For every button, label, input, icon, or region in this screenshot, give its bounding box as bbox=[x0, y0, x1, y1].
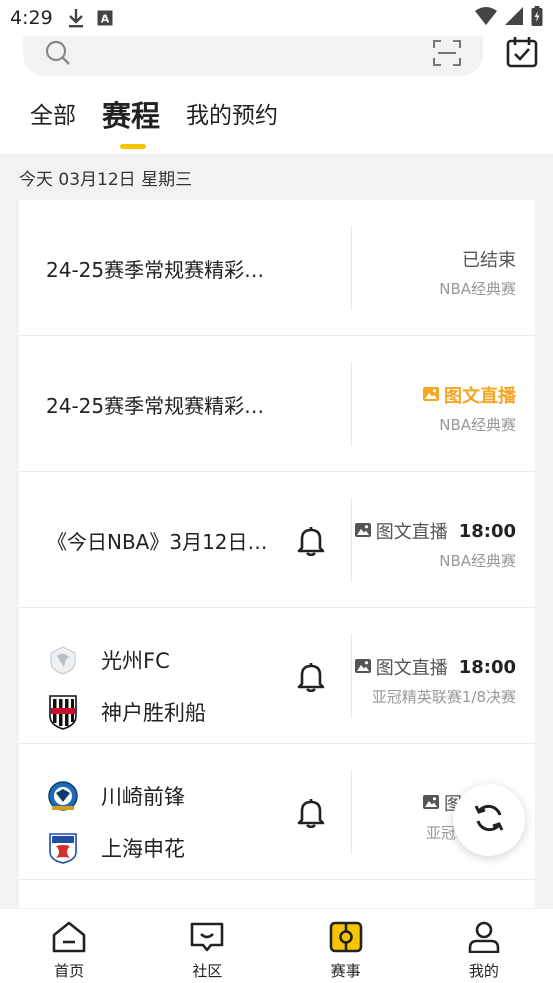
match-icon bbox=[328, 921, 364, 957]
event-league: NBA经典赛 bbox=[439, 416, 516, 434]
divider bbox=[351, 634, 352, 718]
event-status: 图文直播 bbox=[423, 382, 516, 408]
nav-match[interactable]: 赛事 bbox=[277, 909, 415, 983]
event-title: 24-25赛季常规赛精彩… bbox=[46, 258, 265, 282]
team-away: 神户胜利船 bbox=[47, 694, 206, 730]
scan-icon[interactable] bbox=[433, 40, 461, 70]
list-item[interactable]: 《今日NBA》3月12日… 图文直播 18:00 NBA经典赛 bbox=[19, 472, 535, 608]
team-logo-icon bbox=[47, 642, 79, 678]
event-league: NBA经典赛 bbox=[439, 552, 516, 570]
event-status-label: 图文直播 bbox=[375, 658, 448, 679]
event-status-label: 图文直播 bbox=[375, 522, 448, 543]
nav-profile[interactable]: 我的 bbox=[415, 909, 553, 983]
image-text-icon bbox=[423, 793, 439, 814]
home-icon bbox=[51, 921, 87, 957]
nav-community[interactable]: 社区 bbox=[138, 909, 276, 983]
event-league: 亚冠精英联赛1/8决赛 bbox=[371, 688, 516, 706]
event-time: 18:00 bbox=[458, 656, 516, 678]
team-home: 光州FC bbox=[47, 642, 170, 678]
event-time: 18:00 bbox=[458, 520, 516, 542]
calendar-check-icon[interactable] bbox=[506, 36, 538, 72]
bell-icon[interactable] bbox=[297, 526, 325, 560]
team-name: 神户胜利船 bbox=[101, 701, 206, 725]
team-logo-icon bbox=[47, 778, 79, 814]
team-logo-icon bbox=[47, 830, 79, 866]
search-icon bbox=[45, 40, 71, 70]
svg-text:A: A bbox=[100, 13, 109, 26]
event-status: 已结束 bbox=[462, 250, 516, 271]
refresh-button[interactable] bbox=[453, 784, 525, 856]
active-tab-indicator bbox=[120, 144, 146, 149]
list-item[interactable]: 24-25赛季常规赛精彩… 已结束 NBA经典赛 bbox=[19, 200, 535, 336]
divider bbox=[351, 498, 352, 582]
bell-icon[interactable] bbox=[297, 662, 325, 696]
event-title: 《今日NBA》3月12日… bbox=[47, 530, 268, 554]
image-text-icon bbox=[354, 657, 371, 678]
divider bbox=[351, 362, 352, 446]
event-league: NBA经典赛 bbox=[439, 280, 516, 298]
divider bbox=[351, 770, 352, 854]
tab-my-reservations[interactable]: 我的预约 bbox=[186, 98, 278, 134]
list-item[interactable]: 24-25赛季常规赛精彩… 图文直播 NBA经典赛 bbox=[19, 336, 535, 472]
wifi-icon bbox=[475, 6, 497, 30]
status-time: 4:29 bbox=[10, 7, 53, 29]
status-bar: 4:29 A bbox=[0, 0, 553, 36]
divider bbox=[351, 226, 352, 310]
nav-home-label: 首页 bbox=[54, 962, 85, 980]
image-text-icon bbox=[423, 385, 439, 406]
profile-icon bbox=[466, 921, 502, 957]
team-home: 川崎前锋 bbox=[47, 778, 185, 814]
event-status-label: 图文直播 bbox=[444, 386, 516, 407]
nav-match-label: 赛事 bbox=[330, 962, 361, 980]
nav-home[interactable]: 首页 bbox=[0, 909, 138, 983]
date-header: 今天 03月12日 星期三 bbox=[19, 169, 193, 190]
tab-schedule-label: 赛程 bbox=[102, 99, 161, 133]
team-name: 上海申花 bbox=[101, 837, 185, 861]
team-name: 川崎前锋 bbox=[101, 785, 185, 809]
community-icon bbox=[189, 921, 225, 957]
signal-icon bbox=[505, 6, 523, 30]
list-item[interactable]: 光州FC 神户胜利船 图文直播 18:00 亚冠精英联赛1/8决赛 bbox=[19, 608, 535, 744]
nav-community-label: 社区 bbox=[192, 962, 223, 980]
bell-icon[interactable] bbox=[297, 798, 325, 832]
top-bar: 全部 赛程 我的预约 bbox=[0, 36, 553, 154]
tab-schedule[interactable]: 赛程 bbox=[102, 98, 161, 149]
a-box-icon: A bbox=[97, 10, 113, 26]
team-logo-icon bbox=[47, 694, 79, 730]
search-bar[interactable] bbox=[23, 36, 483, 76]
tab-all[interactable]: 全部 bbox=[30, 98, 76, 134]
event-status: 图文直播 18:00 bbox=[354, 518, 516, 544]
download-icon bbox=[67, 8, 85, 28]
event-status: 图文直播 18:00 bbox=[354, 654, 516, 680]
nav-profile-label: 我的 bbox=[468, 962, 499, 980]
team-name: 光州FC bbox=[101, 649, 170, 673]
battery-icon bbox=[531, 5, 543, 31]
event-title: 24-25赛季常规赛精彩… bbox=[46, 394, 265, 418]
refresh-icon bbox=[472, 801, 506, 839]
image-text-icon bbox=[354, 521, 371, 542]
team-away: 上海申花 bbox=[47, 830, 185, 866]
bottom-nav: 首页 社区 赛事 我的 bbox=[0, 908, 553, 983]
tab-bar: 全部 赛程 我的预约 bbox=[30, 98, 278, 149]
